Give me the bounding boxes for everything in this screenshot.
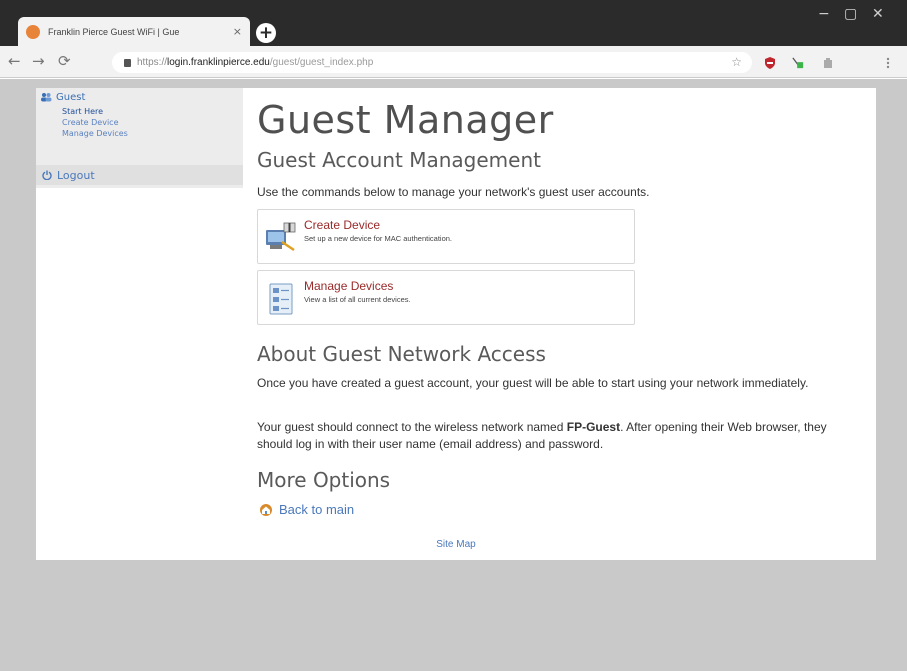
section-heading-more-options: More Options [257,468,391,492]
forward-icon[interactable]: → [32,52,45,70]
tab-title: Franklin Pierce Guest WiFi | Gue [48,26,180,37]
power-icon [42,170,52,180]
url-host: login.franklinpierce.edu [167,57,270,68]
command-create-device[interactable]: Create Device Set up a new device for MA… [257,209,635,264]
about-text-start: Your guest should connect to the wireles… [257,420,567,434]
create-device-icon [266,222,296,252]
back-to-main-link[interactable]: Back to main [259,502,354,517]
network-name: FP-Guest [566,420,621,434]
section-heading-about: About Guest Network Access [257,342,546,366]
favicon-icon [26,24,40,39]
page-content: Guest Start Here Create Device Manage De… [36,88,876,560]
command-title: Manage Devices [304,279,394,293]
back-home-icon [260,503,272,516]
lock-icon [124,58,131,67]
sidebar-item-create-device[interactable]: Create Device [36,117,243,128]
menu-icon[interactable] [882,57,894,69]
manage-devices-icon [269,283,293,315]
back-icon[interactable]: ← [8,52,21,70]
sidebar-section-guest[interactable]: Guest [36,88,243,106]
url-scheme: https:// [137,57,168,68]
command-title: Create Device [304,218,381,232]
command-desc: View a list of all current devices. [304,295,411,304]
sidebar-section-label: Guest [56,91,86,103]
sidebar-item-start-here[interactable]: Start Here [36,106,243,117]
reload-icon[interactable]: ⟳ [58,52,71,70]
logout-label: Logout [57,168,95,182]
guest-users-icon [41,93,52,102]
intro-text: Use the commands below to manage your ne… [257,185,650,199]
sidebar-item-manage-devices[interactable]: Manage Devices [36,128,243,139]
page-title: Guest Manager [257,98,554,142]
new-tab-button[interactable]: + [256,23,276,43]
site-map-link[interactable]: Site Map [36,539,876,550]
section-heading-account-management: Guest Account Management [257,148,541,172]
minimize-icon[interactable]: − [818,6,830,22]
extension-icon[interactable] [822,57,834,69]
sidebar-item-logout[interactable]: Logout [36,165,243,185]
back-to-main-label: Back to main [279,502,355,517]
page-viewport: Guest Start Here Create Device Manage De… [0,79,907,671]
url-path: /guest/guest_index.php [269,57,374,68]
bookmark-star-icon[interactable]: ☆ [731,55,742,69]
maximize-icon[interactable]: ▢ [844,6,857,22]
command-manage-devices[interactable]: Manage Devices View a list of all curren… [257,270,635,325]
address-bar[interactable]: https://login.franklinpierce.edu/guest/g… [112,52,752,73]
network-extension-icon[interactable] [792,57,804,69]
command-desc: Set up a new device for MAC authenticati… [304,234,453,243]
about-paragraph-1: Once you have created a guest account, y… [257,376,809,390]
browser-tab[interactable]: Franklin Pierce Guest WiFi | Gue × [18,17,250,46]
browser-toolbar: ← → ⟳ https://login.franklinpierce.edu/g… [0,46,907,78]
browser-titlebar: Franklin Pierce Guest WiFi | Gue × + − ▢… [0,0,907,46]
about-paragraph-2: Your guest should connect to the wireles… [257,419,857,453]
sidebar: Guest Start Here Create Device Manage De… [36,88,243,188]
close-window-icon[interactable]: ✕ [872,6,884,22]
shield-extension-icon[interactable] [764,57,776,69]
tab-close-icon[interactable]: × [233,25,242,38]
